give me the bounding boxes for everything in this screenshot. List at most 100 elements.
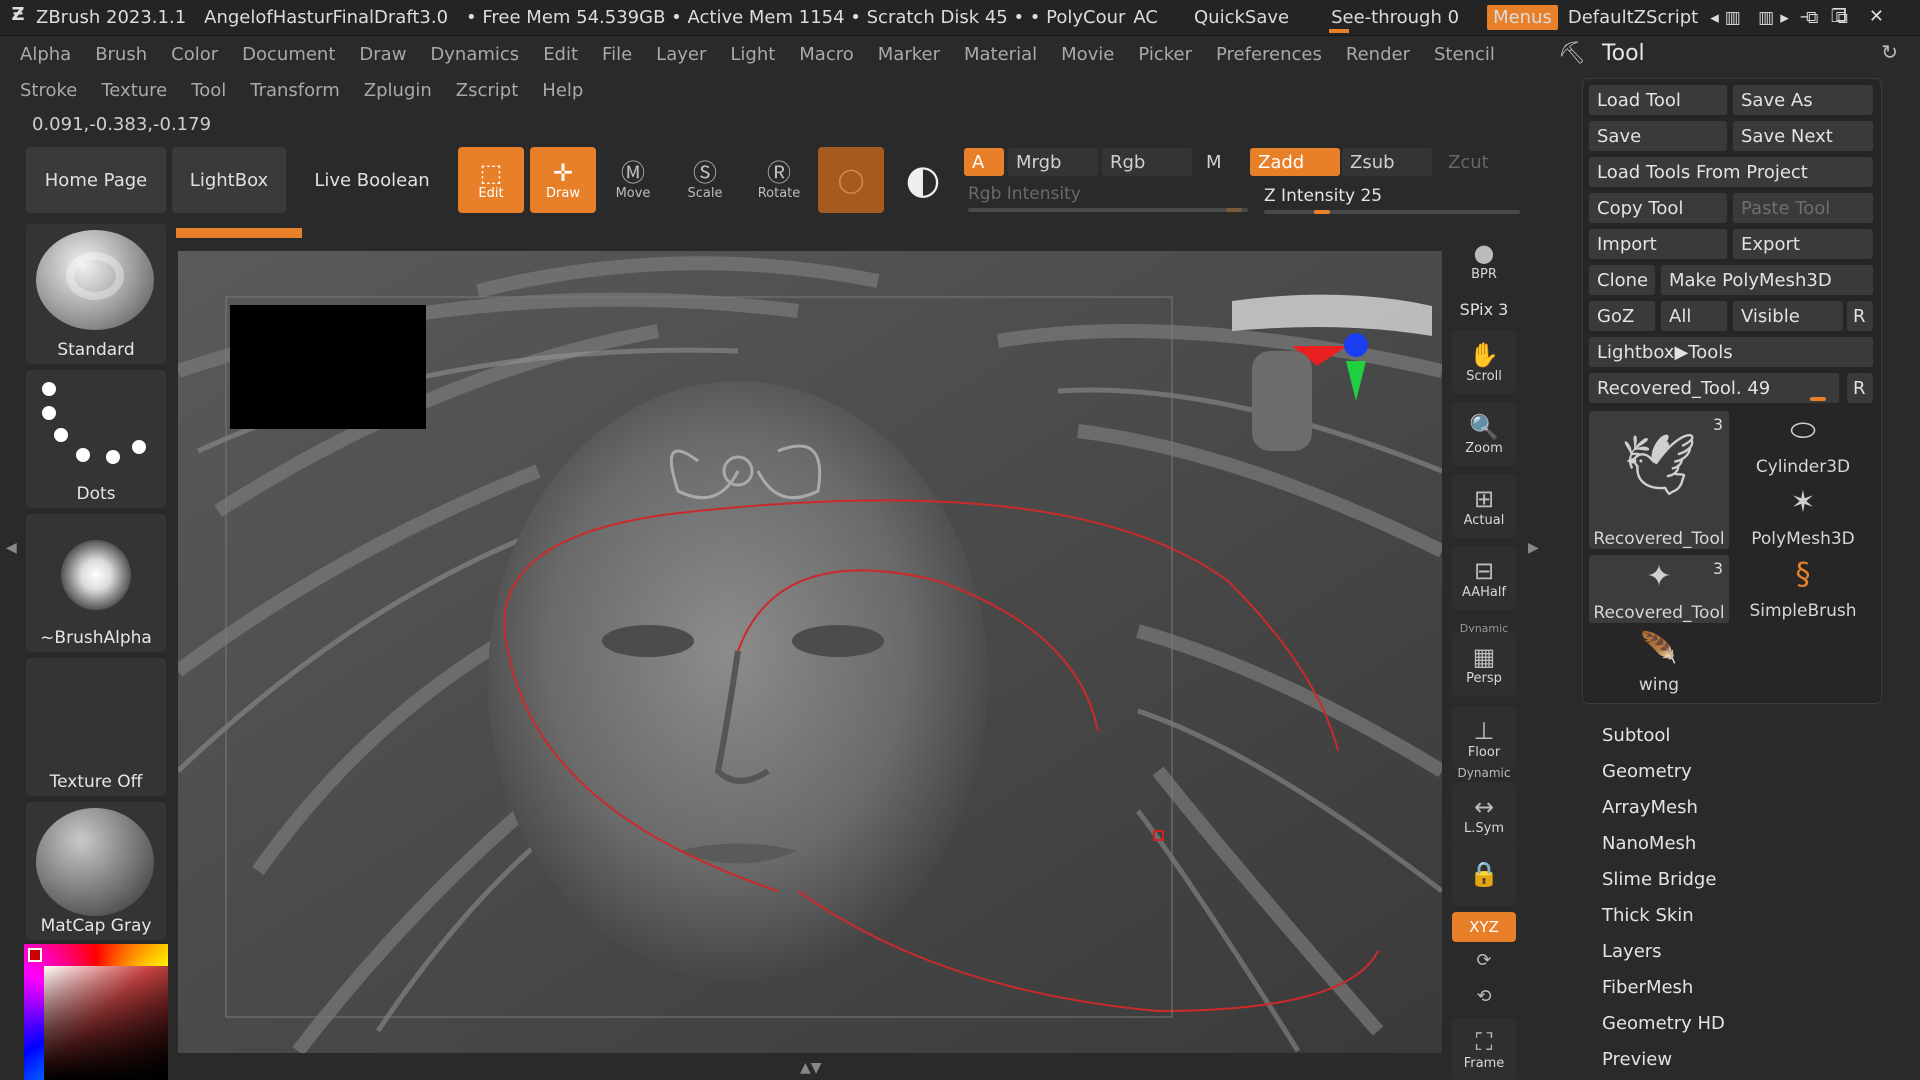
texture-selector[interactable]: Texture Off	[26, 658, 166, 796]
menu-render[interactable]: Render	[1340, 42, 1416, 67]
mrgb-toggle[interactable]: Mrgb	[1008, 148, 1098, 176]
material-swatch-button[interactable]: ◯	[818, 147, 884, 213]
tool-palette-title[interactable]: Tool	[1602, 41, 1645, 66]
subpalette-subtool[interactable]: Subtool	[1602, 718, 1725, 754]
draw-mode-button[interactable]: ✛ Draw	[530, 147, 596, 213]
save-next-button[interactable]: Save Next	[1733, 121, 1873, 151]
subpalette-arraymesh[interactable]: ArrayMesh	[1602, 790, 1725, 826]
load-tool-button[interactable]: Load Tool	[1589, 85, 1727, 115]
menu-preferences[interactable]: Preferences	[1210, 42, 1328, 67]
floor-button[interactable]: ⊥ Floor	[1452, 706, 1516, 770]
lsym-button[interactable]: ↔ L.Sym	[1452, 782, 1516, 846]
subpalette-nanomesh[interactable]: NanoMesh	[1602, 826, 1725, 862]
palette-reset-icon[interactable]: ↻	[1881, 40, 1898, 64]
clone-button[interactable]: Clone	[1589, 265, 1655, 295]
menu-stencil[interactable]: Stencil	[1428, 42, 1501, 67]
xyz-rotate-button[interactable]: XYZ	[1452, 912, 1516, 942]
zoom-button[interactable]: 🔍 Zoom	[1452, 402, 1516, 466]
spix-slider[interactable]: SPix 3	[1452, 300, 1516, 319]
aahalf-button[interactable]: ⊟ AAHalf	[1452, 546, 1516, 610]
bottom-tray-toggle-icon[interactable]: ▲▼	[800, 1060, 822, 1076]
main-color-swatch[interactable]	[28, 948, 42, 962]
document-canvas[interactable]	[178, 251, 1442, 1053]
rgb-toggle[interactable]: Rgb	[1102, 148, 1192, 176]
undo-history-bar[interactable]	[176, 228, 302, 238]
subpalette-thick-skin[interactable]: Thick Skin	[1602, 898, 1725, 934]
make-polymesh3d-button[interactable]: Make PolyMesh3D	[1661, 265, 1873, 295]
maximize-icon[interactable]: ❐	[1831, 6, 1869, 27]
actual-button[interactable]: ⊞ Actual	[1452, 474, 1516, 538]
navigation-preview[interactable]	[230, 305, 426, 429]
lightbox-tools-button[interactable]: Lightbox▶Tools	[1589, 337, 1873, 367]
load-tools-from-project-button[interactable]: Load Tools From Project	[1589, 157, 1873, 187]
right-tray-collapse-icon[interactable]: ▶	[1528, 540, 1539, 556]
goz-all-button[interactable]: All	[1661, 301, 1727, 331]
menu-material[interactable]: Material	[958, 42, 1043, 67]
rotate-mode-button[interactable]: Ⓡ Rotate	[746, 147, 812, 213]
subpalette-slime-bridge[interactable]: Slime Bridge	[1602, 862, 1725, 898]
edit-mode-button[interactable]: ⬚ Edit	[458, 147, 524, 213]
copy-tool-button[interactable]: Copy Tool	[1589, 193, 1727, 223]
menu-light[interactable]: Light	[724, 42, 781, 67]
subpalette-preview[interactable]: Preview	[1602, 1042, 1725, 1078]
m-toggle[interactable]: M	[1198, 148, 1234, 176]
save-as-button[interactable]: Save As	[1733, 85, 1873, 115]
zadd-toggle[interactable]: Zadd	[1250, 148, 1340, 176]
z-intensity-slider[interactable]: Z Intensity 25	[1264, 186, 1520, 214]
menu-picker[interactable]: Picker	[1132, 42, 1198, 67]
live-boolean-button[interactable]: Live Boolean	[314, 147, 430, 213]
menu-marker[interactable]: Marker	[872, 42, 946, 67]
current-tool-r-button[interactable]: R	[1847, 373, 1873, 403]
tool-thumb-simplebrush[interactable]: § SimpleBrush	[1733, 553, 1873, 621]
save-button[interactable]: Save	[1589, 121, 1727, 151]
bpr-button[interactable]: ● BPR	[1452, 228, 1516, 292]
tool-thumb-recovered-tool-1[interactable]: 🕊 3 Recovered_Tool	[1589, 411, 1729, 549]
menu-brush[interactable]: Brush	[89, 42, 153, 67]
z-rotate-icon[interactable]: ⟲	[1452, 986, 1516, 1007]
menu-alpha[interactable]: Alpha	[14, 42, 77, 67]
scale-mode-button[interactable]: Ⓢ Scale	[672, 147, 738, 213]
subpalette-fibermesh[interactable]: FiberMesh	[1602, 970, 1725, 1006]
goz-r-button[interactable]: R	[1847, 301, 1873, 331]
goz-visible-button[interactable]: Visible	[1733, 301, 1843, 331]
stroke-selector[interactable]: Dots	[26, 370, 166, 508]
current-tool-slider[interactable]: Recovered_Tool. 49	[1589, 373, 1839, 403]
lock-button[interactable]: 🔒	[1452, 842, 1516, 906]
a-toggle[interactable]: A	[964, 148, 1004, 176]
tool-thumb-recovered-tool-2[interactable]: ✦ 3 Recovered_Tool	[1589, 555, 1729, 623]
subpalette-geometry-hd[interactable]: Geometry HD	[1602, 1006, 1725, 1042]
subpalette-geometry[interactable]: Geometry	[1602, 754, 1725, 790]
menus-toggle[interactable]: Menus	[1487, 5, 1558, 30]
menu-color[interactable]: Color	[165, 42, 224, 67]
paste-tool-button[interactable]: Paste Tool	[1733, 193, 1873, 223]
material-selector[interactable]: MatCap Gray	[26, 802, 166, 940]
menu-layer[interactable]: Layer	[650, 42, 712, 67]
y-rotate-icon[interactable]: ⟳	[1452, 950, 1516, 971]
zcut-toggle[interactable]: Zcut	[1440, 148, 1500, 176]
window-controls[interactable]: –❐✕	[1800, 6, 1906, 27]
move-mode-button[interactable]: Ⓜ Move	[600, 147, 666, 213]
tool-thumb-wing[interactable]: 🪶 wing	[1589, 627, 1729, 695]
menu-stroke[interactable]: Stroke	[14, 78, 83, 103]
menu-transform[interactable]: Transform	[244, 78, 346, 103]
brush-selector[interactable]: Standard	[26, 224, 166, 364]
minimize-icon[interactable]: –	[1800, 6, 1831, 27]
see-through-slider[interactable]: See-through 0	[1325, 7, 1465, 33]
menu-edit[interactable]: Edit	[537, 42, 584, 67]
rgb-intensity-slider[interactable]: Rgb Intensity	[968, 184, 1250, 212]
lightbox-button[interactable]: LightBox	[172, 147, 286, 213]
3d-gizmo[interactable]	[1222, 281, 1442, 461]
quicksave-button[interactable]: QuickSave	[1194, 7, 1289, 28]
export-button[interactable]: Export	[1733, 229, 1873, 259]
subpalette-layers[interactable]: Layers	[1602, 934, 1725, 970]
persp-button[interactable]: ▦ Persp	[1452, 632, 1516, 696]
close-icon[interactable]: ✕	[1869, 6, 1906, 27]
tool-thumb-cylinder3d[interactable]: ⬭ Cylinder3D	[1733, 409, 1873, 477]
color-picker[interactable]	[24, 944, 168, 1080]
alpha-selector[interactable]: ~BrushAlpha	[26, 514, 166, 652]
import-button[interactable]: Import	[1589, 229, 1727, 259]
default-zscript-button[interactable]: DefaultZScript	[1568, 7, 1698, 28]
menu-help[interactable]: Help	[536, 78, 589, 103]
left-tray-collapse-icon[interactable]: ◀	[6, 540, 17, 556]
menu-tool[interactable]: Tool	[185, 78, 232, 103]
